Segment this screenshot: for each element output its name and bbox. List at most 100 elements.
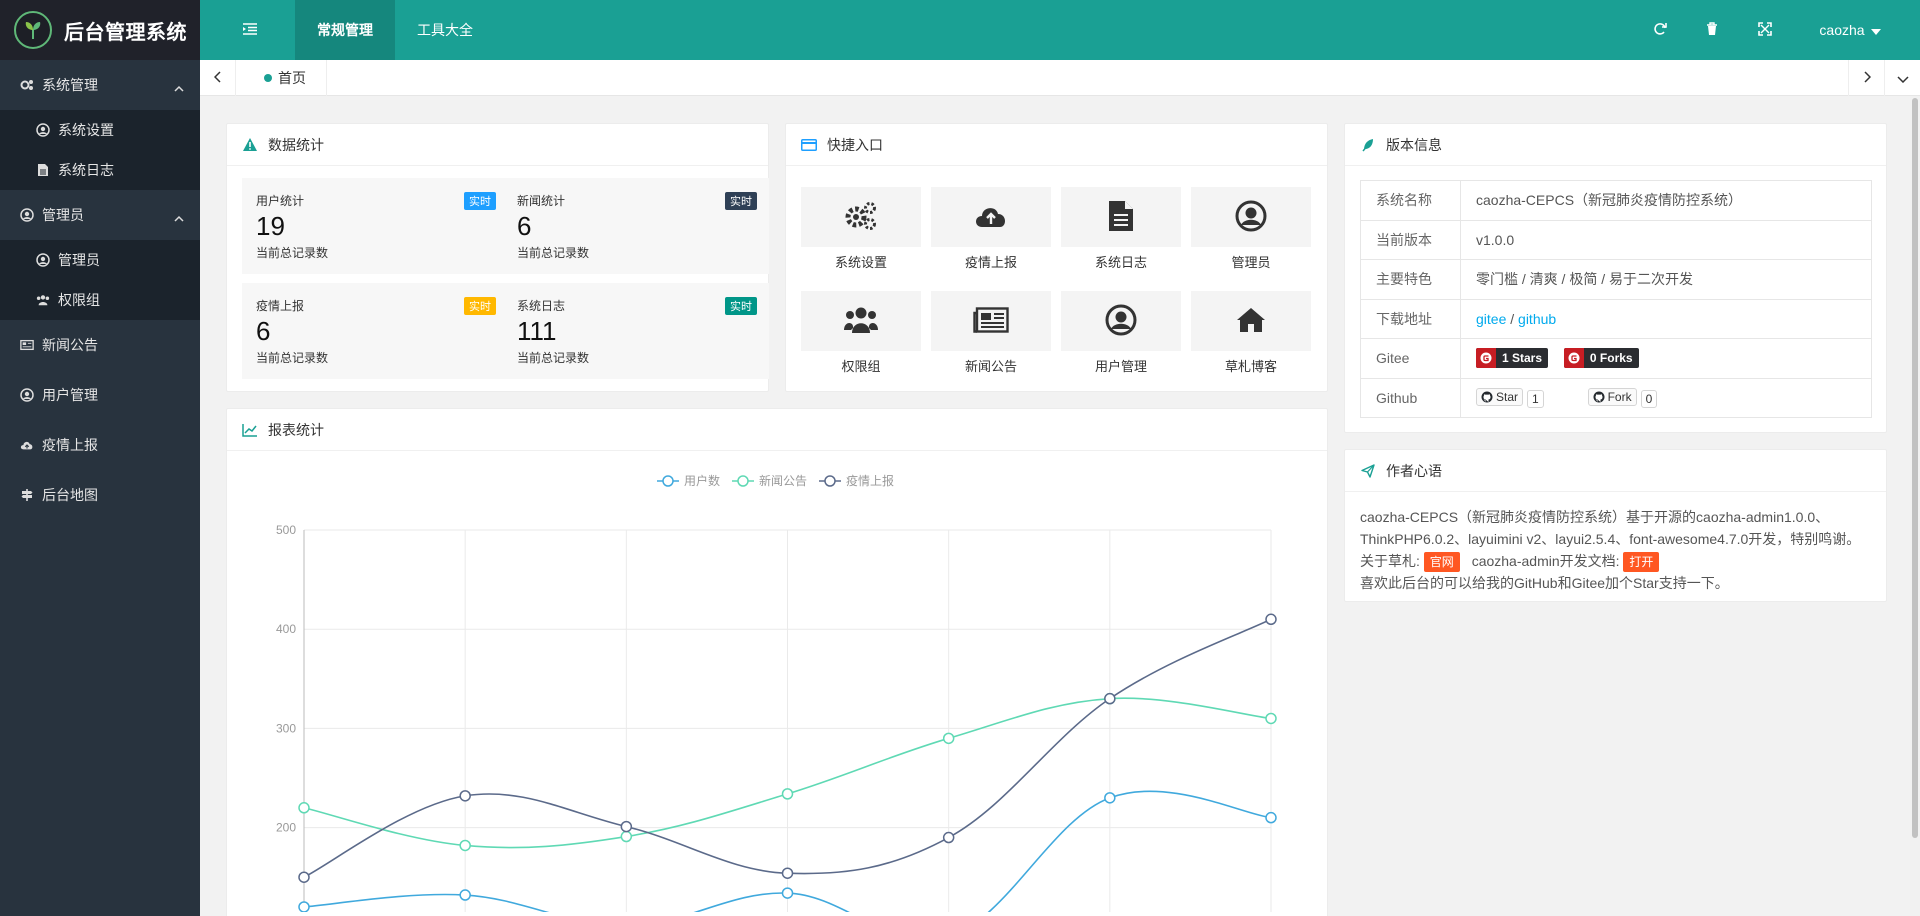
quick-system-log[interactable] xyxy=(1061,187,1181,247)
quick-label[interactable]: 系统设置 xyxy=(801,252,921,271)
github-star-count[interactable]: 1 xyxy=(1527,389,1544,408)
fullscreen-button[interactable] xyxy=(1745,0,1785,60)
row-key: 下载地址 xyxy=(1360,298,1461,339)
stats-card-header: 数据统计 xyxy=(227,124,768,166)
report-card: 报表统计 500400300200100用户数新闻公告疫情上报 xyxy=(226,408,1328,916)
quick-blog[interactable] xyxy=(1191,291,1311,351)
warning-icon xyxy=(242,137,258,153)
gitee-logo-icon xyxy=(1563,348,1584,369)
menu-users[interactable]: 用户管理 xyxy=(0,370,200,420)
logo[interactable]: 后台管理系统 xyxy=(0,0,200,60)
data-point xyxy=(781,788,794,800)
quick-label[interactable]: 系统日志 xyxy=(1061,252,1181,271)
stat-syslog[interactable]: 系统日志 111 当前总记录数 实时 xyxy=(503,283,769,379)
data-point xyxy=(620,820,633,833)
legend-label: 新闻公告 xyxy=(759,473,807,488)
tab-scroll-right-button[interactable] xyxy=(1848,60,1884,96)
version-card-header: 版本信息 xyxy=(1345,124,1886,166)
stat-epidemic[interactable]: 疫情上报 6 当前总记录数 实时 xyxy=(242,283,508,379)
menu-admin-list[interactable]: 管理员 xyxy=(0,240,200,280)
menu-permission-group[interactable]: 权限组 xyxy=(0,280,200,320)
file-text-icon xyxy=(36,163,50,177)
gitee-stars-badge[interactable]: 1 Stars xyxy=(1476,348,1549,369)
github-fork-count[interactable]: 0 xyxy=(1640,389,1658,408)
stat-news[interactable]: 新闻统计 6 当前总记录数 实时 xyxy=(503,178,769,274)
official-site-button[interactable]: 官网 xyxy=(1423,552,1460,572)
row-key: 主要特色 xyxy=(1360,259,1461,300)
stat-title: 疫情上报 xyxy=(256,299,305,313)
leaf-icon xyxy=(1360,137,1376,153)
github-fork-label: Fork xyxy=(1607,389,1632,404)
row-value: v1.0.0 xyxy=(1460,219,1872,260)
tab-tools[interactable]: 工具大全 xyxy=(395,0,495,60)
data-point xyxy=(459,790,471,802)
tab-options-button[interactable] xyxy=(1884,60,1920,96)
menu-label: 系统管理 xyxy=(42,77,98,93)
scrollbar-thumb[interactable] xyxy=(1912,98,1918,838)
gitee-forks-label: 0 Forks xyxy=(1589,351,1633,366)
credit-card-icon xyxy=(801,137,817,153)
quick-label[interactable]: 权限组 xyxy=(801,356,921,375)
user-menu[interactable]: caozha xyxy=(1805,0,1895,60)
menu-system-log[interactable]: 系统日志 xyxy=(0,150,200,190)
menu-label: 用户管理 xyxy=(42,387,98,403)
menu-admin[interactable]: 管理员 xyxy=(0,190,200,240)
gitee-forks-badge[interactable]: 0 Forks xyxy=(1563,348,1639,369)
trash-icon xyxy=(1706,21,1718,39)
menu-system-management[interactable]: 系统管理 xyxy=(0,60,200,110)
open-docs-button[interactable]: 打开 xyxy=(1623,552,1660,572)
tab-home[interactable]: 首页 xyxy=(246,60,327,96)
stat-title: 新闻统计 xyxy=(517,194,566,208)
quick-news[interactable] xyxy=(931,291,1051,351)
quick-label[interactable]: 新闻公告 xyxy=(931,356,1051,375)
quick-label[interactable]: 用户管理 xyxy=(1061,356,1181,375)
y-tick-label: 300 xyxy=(276,721,296,735)
table-row: 系统名称 caozha-CEPCS（新冠肺炎疫情防控系统） xyxy=(1360,180,1872,221)
github-star-button[interactable]: Star xyxy=(1476,387,1524,406)
github-fork-button[interactable]: Fork xyxy=(1587,387,1637,406)
quick-label[interactable]: 疫情上报 xyxy=(931,252,1051,271)
menu-label: 系统日志 xyxy=(58,162,114,178)
menu-toggle-button[interactable] xyxy=(200,0,300,60)
menu-label: 疫情上报 xyxy=(42,437,98,453)
y-tick-label: 400 xyxy=(276,622,296,636)
quick-admin[interactable] xyxy=(1191,187,1311,247)
author-line-2: ThinkPHP6.0.2、layuimini v2、layui2.5.4、fo… xyxy=(1360,531,1861,547)
menu-news[interactable]: 新闻公告 xyxy=(0,320,200,370)
data-point xyxy=(1104,692,1116,705)
version-card-title: 版本信息 xyxy=(1386,136,1442,153)
quick-permission-group[interactable] xyxy=(801,291,921,351)
page-scrollbar[interactable] xyxy=(1910,96,1920,916)
sidebar: 后台管理系统 系统管理 系统设置 系统日志 管理员 管理员 权限组 新闻公告 用… xyxy=(0,0,200,916)
quick-epidemic-report[interactable] xyxy=(931,187,1051,247)
clear-cache-button[interactable] xyxy=(1692,0,1732,60)
stat-users[interactable]: 用户统计 19 当前总记录数 实时 xyxy=(242,178,508,274)
github-icon xyxy=(1593,391,1605,403)
menu-system-settings[interactable]: 系统设置 xyxy=(0,110,200,150)
data-point xyxy=(298,901,310,912)
signpost-icon xyxy=(20,488,34,502)
github-link[interactable]: github xyxy=(1518,311,1556,327)
cloud-upload-icon xyxy=(20,438,34,452)
gitee-stars-label: 1 Stars xyxy=(1502,351,1543,366)
legend-swatch-dot xyxy=(737,475,749,487)
quick-label[interactable]: 管理员 xyxy=(1191,252,1311,271)
menu-epidemic-report[interactable]: 疫情上报 xyxy=(0,420,200,470)
data-point xyxy=(620,830,633,843)
author-card-header: 作者心语 xyxy=(1345,450,1886,492)
tab-scroll-left-button[interactable] xyxy=(200,60,236,96)
stat-title: 系统日志 xyxy=(517,299,566,313)
author-body: caozha-CEPCS（新冠肺炎疫情防控系统）基于开源的caozha-admi… xyxy=(1345,492,1886,608)
users-icon xyxy=(36,293,50,307)
tab-regular-management[interactable]: 常规管理 xyxy=(295,0,395,60)
quick-user-management[interactable] xyxy=(1061,291,1181,351)
gitee-link[interactable]: gitee xyxy=(1476,311,1506,327)
menu-map[interactable]: 后台地图 xyxy=(0,470,200,520)
refresh-button[interactable] xyxy=(1640,0,1680,60)
quick-system-settings[interactable] xyxy=(801,187,921,247)
row-key: Gitee xyxy=(1360,338,1461,379)
quick-label[interactable]: 草札博客 xyxy=(1191,356,1311,375)
user-circle-icon xyxy=(36,253,50,267)
data-point xyxy=(1265,712,1277,725)
stat-desc: 当前总记录数 xyxy=(256,351,329,365)
